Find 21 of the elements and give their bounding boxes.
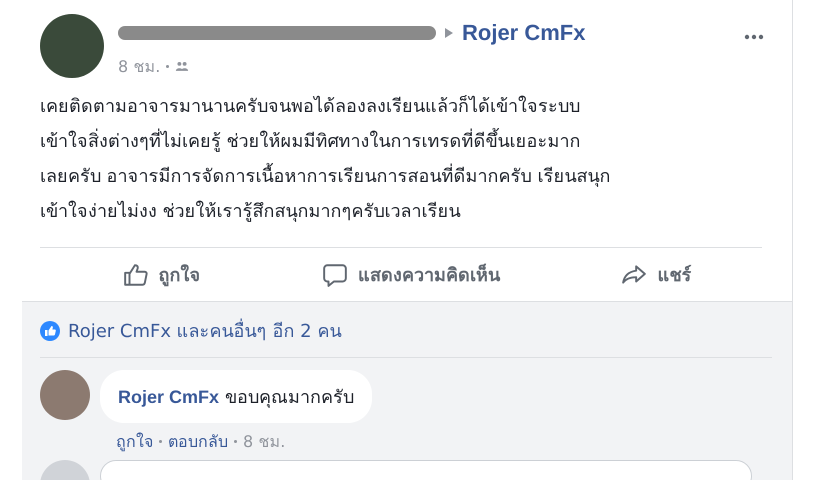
separator-dot: [159, 440, 162, 443]
comment-action-link[interactable]: ถูกใจ: [116, 429, 153, 454]
triangle-icon: [444, 27, 454, 39]
likes-summary[interactable]: Rojer CmFx และคนอื่นๆ อีก 2 คน: [68, 316, 342, 345]
separator-dot: [234, 440, 237, 443]
post-text: เคยติดตามอาจารมานานครับจนพอได้ลองลงเรียนแล้วก็ได้เข้าใจระบบ เข้าใจสิ่งต่างๆที่ไม่เคยรู้ ช่วยให้ผมมีทิศทางในการเทรดที่ดีขึ้นเยอะมาก เลยครับ อาจารมีการจัดการเนื้อหาการเรียนการสอนที่ดีมากครับ เรียนสนุก เข้าใจง่ายไม่งง ช่วยให้เรารู้สึกสนุกมากๆครับเวลาเรียน: [40, 89, 762, 248]
more-options-icon[interactable]: [744, 34, 764, 40]
comment-text: ขอบคุณมากครับ: [224, 387, 354, 408]
share-button[interactable]: แชร์: [611, 254, 702, 295]
thumbs-up-icon: [122, 262, 149, 288]
like-badge-icon: [40, 320, 60, 340]
separator-dot: [166, 65, 170, 68]
comment-author[interactable]: Rojer CmFx: [118, 387, 220, 407]
comment-button[interactable]: แสดงความคิดเห็น: [312, 254, 510, 295]
avatar-photo: [40, 370, 90, 420]
speech-bubble-icon: [322, 262, 348, 288]
comment-action-link[interactable]: ตอบกลับ: [168, 429, 228, 454]
comment-time: 8 ชม.: [243, 431, 286, 453]
friends-icon: [175, 61, 190, 72]
like-button[interactable]: ถูกใจ: [112, 254, 211, 295]
page-link[interactable]: Rojer CmFx: [462, 20, 586, 46]
